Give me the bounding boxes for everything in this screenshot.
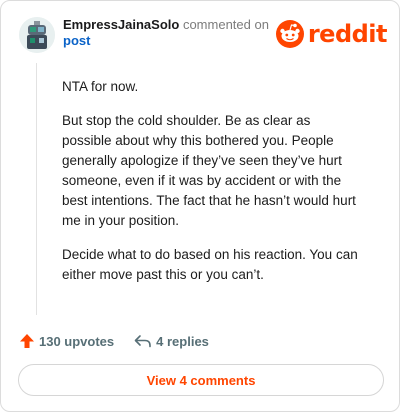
comment-header: EmpressJainaSolo commented on post reddi… xyxy=(15,15,388,55)
comment-actions: 130 upvotes 4 replies xyxy=(19,331,209,351)
avatar-image-icon xyxy=(19,17,55,53)
reddit-snoo-icon xyxy=(275,20,304,48)
upvote-arrow-icon xyxy=(20,334,34,348)
comment-meta: EmpressJainaSolo commented on post xyxy=(63,17,283,49)
reddit-wordmark: reddit xyxy=(307,20,388,48)
commented-on-text: commented on xyxy=(182,17,269,32)
reply-arrow-icon xyxy=(134,335,151,348)
upvote-button[interactable]: 130 upvotes xyxy=(19,333,114,349)
reddit-logo: reddit xyxy=(275,19,388,49)
comment-paragraph: Decide what to do based on his reaction.… xyxy=(62,247,358,282)
replies-button[interactable]: 4 replies xyxy=(134,334,209,349)
username-link[interactable]: EmpressJainaSolo xyxy=(63,17,179,32)
user-avatar[interactable] xyxy=(19,17,55,53)
comment-paragraph: NTA for now. xyxy=(62,79,139,94)
comment-card: EmpressJainaSolo commented on post reddi… xyxy=(0,0,400,412)
post-link[interactable]: post xyxy=(63,33,283,49)
thread-line xyxy=(36,63,37,315)
replies-count: 4 replies xyxy=(156,333,209,349)
upvote-count: 130 upvotes xyxy=(39,333,115,349)
view-comments-button[interactable]: View 4 comments xyxy=(18,364,384,396)
comment-paragraph: But stop the cold shoulder. Be as clear … xyxy=(62,113,356,228)
comment-body: NTA for now. But stop the cold shoulder.… xyxy=(62,77,362,299)
